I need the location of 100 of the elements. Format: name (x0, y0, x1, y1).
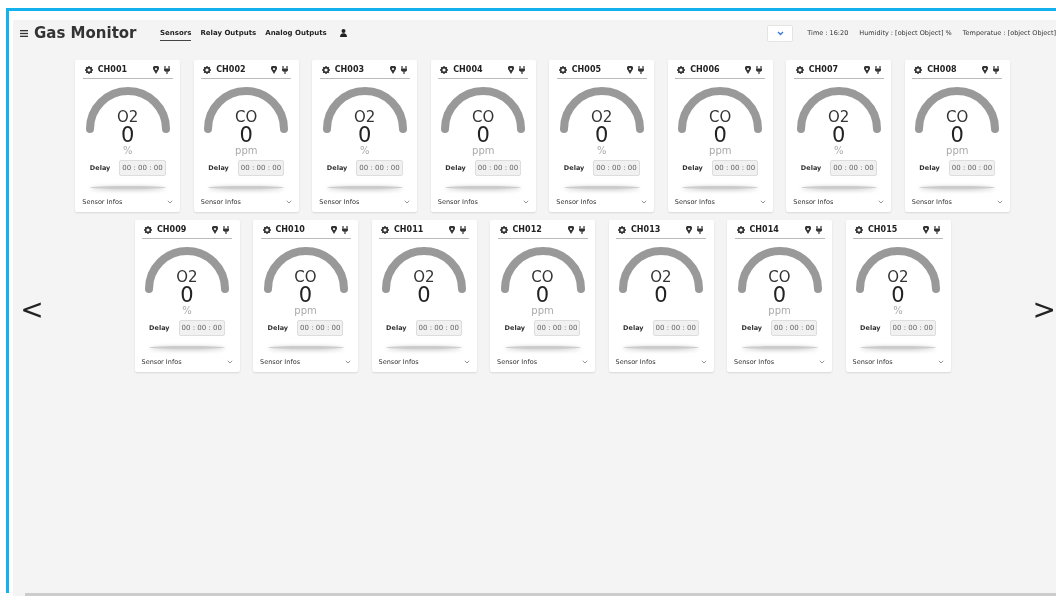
gas-reading: 0 (298, 285, 313, 305)
location-pin-icon[interactable] (686, 225, 692, 234)
gas-reading: 0 (772, 285, 787, 305)
channel-name: CH012 (512, 225, 543, 234)
settings-icon[interactable] (440, 65, 449, 74)
location-pin-icon[interactable] (212, 225, 218, 234)
settings-icon[interactable] (381, 225, 389, 234)
gas-name: O2 (354, 109, 376, 125)
user-icon[interactable] (339, 29, 347, 37)
location-pin-icon[interactable] (863, 65, 870, 74)
channel-name: CH008 (927, 65, 958, 74)
channel-name: CH011 (394, 225, 425, 234)
unit-label: ppm (709, 145, 732, 157)
chevron-down-icon (463, 360, 470, 364)
plug-icon[interactable] (874, 65, 881, 74)
chevron-down-icon (937, 360, 944, 364)
gas-reading: 0 (654, 285, 668, 305)
gas-name: CO (768, 269, 791, 285)
unit-label: ppm (531, 305, 554, 317)
chevron-down-icon (226, 360, 233, 364)
chevron-down-icon (404, 200, 411, 204)
settings-icon[interactable] (677, 65, 686, 74)
chevron-down-icon (345, 360, 351, 364)
settings-icon[interactable] (262, 225, 271, 234)
plug-icon[interactable] (341, 225, 348, 234)
app-title: Gas Monitor (34, 24, 137, 42)
gas-name: O2 (117, 109, 139, 125)
location-pin-icon[interactable] (152, 65, 159, 74)
settings-icon[interactable] (736, 225, 745, 234)
gas-reading: 0 (358, 125, 372, 145)
previous-arrow[interactable]: < (17, 296, 47, 324)
gas-reading: 0 (476, 125, 490, 145)
scrollbar[interactable] (25, 593, 1056, 596)
channel-name: CH003 (334, 65, 365, 74)
plug-icon[interactable] (815, 225, 822, 234)
unit-label: % (182, 305, 192, 317)
plug-icon[interactable] (519, 65, 526, 74)
location-pin-icon[interactable] (449, 225, 455, 234)
location-pin-icon[interactable] (271, 65, 278, 74)
settings-icon[interactable] (203, 65, 212, 74)
settings-icon[interactable] (914, 65, 923, 74)
gas-name: CO (946, 109, 969, 125)
location-pin-icon[interactable] (923, 225, 929, 234)
channel-name: CH001 (97, 65, 128, 74)
settings-icon[interactable] (795, 65, 804, 74)
unit-label: % (360, 145, 370, 157)
gas-name: O2 (650, 269, 672, 285)
chevron-down-icon (167, 200, 174, 204)
channel-name: CH015 (868, 225, 899, 234)
location-pin-icon[interactable] (745, 65, 752, 74)
plug-icon[interactable] (756, 65, 763, 74)
chevron-down-icon (700, 360, 707, 364)
location-pin-icon[interactable] (508, 65, 515, 74)
gas-name: CO (294, 269, 317, 285)
settings-icon[interactable] (618, 225, 626, 234)
settings-icon[interactable] (321, 65, 330, 74)
unit-label: % (123, 145, 133, 157)
plug-icon[interactable] (993, 65, 1000, 74)
unit-label: ppm (768, 305, 791, 317)
chevron-down-icon (878, 200, 885, 204)
location-pin-icon[interactable] (330, 225, 337, 234)
plug-icon[interactable] (637, 65, 644, 74)
gas-name: O2 (828, 109, 850, 125)
channel-name: CH007 (808, 65, 839, 74)
settings-icon[interactable] (558, 65, 567, 74)
location-pin-icon[interactable] (626, 65, 633, 74)
chevron-down-icon (996, 200, 1003, 204)
settings-icon[interactable] (84, 65, 93, 74)
settings-icon[interactable] (855, 225, 863, 234)
channel-name: CH006 (690, 65, 721, 74)
plug-icon[interactable] (697, 225, 703, 234)
unit-label: ppm (235, 145, 258, 157)
plug-icon[interactable] (400, 65, 407, 74)
menu-icon[interactable] (20, 29, 28, 37)
next-arrow[interactable]: > (1026, 296, 1056, 324)
gas-name: O2 (413, 269, 435, 285)
plug-icon[interactable] (282, 65, 289, 74)
chevron-down-icon (776, 30, 784, 36)
plug-icon[interactable] (460, 225, 466, 234)
gas-reading: 0 (239, 125, 253, 145)
gas-reading: 0 (891, 285, 905, 305)
location-pin-icon[interactable] (389, 65, 396, 74)
plug-icon[interactable] (934, 225, 940, 234)
channel-name: CH005 (571, 65, 602, 74)
plug-icon[interactable] (223, 225, 229, 234)
gas-name: CO (235, 109, 258, 125)
location-pin-icon[interactable] (804, 225, 811, 234)
location-pin-icon[interactable] (982, 65, 989, 74)
plug-icon[interactable] (578, 225, 585, 234)
settings-icon[interactable] (144, 225, 152, 234)
chevron-down-icon (819, 360, 825, 364)
plug-icon[interactable] (163, 65, 170, 74)
chevron-down-icon (285, 200, 292, 204)
gas-reading: 0 (535, 285, 550, 305)
unit-label: ppm (294, 305, 317, 317)
settings-icon[interactable] (499, 225, 508, 234)
location-pin-icon[interactable] (567, 225, 574, 234)
chevron-down-icon (641, 200, 648, 204)
channel-name: CH013 (631, 225, 662, 234)
channel-name: CH009 (157, 225, 188, 234)
